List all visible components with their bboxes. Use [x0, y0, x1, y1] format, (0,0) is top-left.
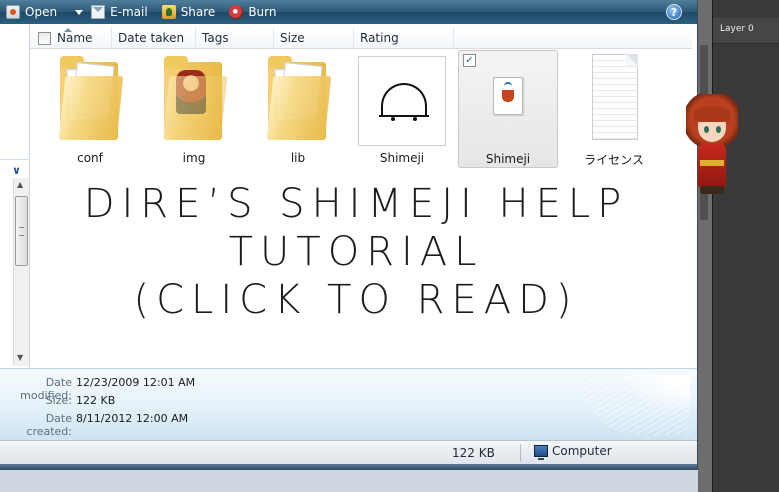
file-label: lib	[290, 151, 306, 165]
java-jar-icon	[493, 77, 523, 115]
folder-icon	[264, 56, 332, 142]
column-header-name-label: Name	[57, 31, 93, 45]
column-header-rating-label: Rating	[360, 31, 399, 45]
share-icon	[161, 5, 176, 19]
file-label: ライセンス	[584, 153, 644, 167]
share-button[interactable]: Share	[161, 0, 216, 24]
details-pane: Date modified: 12/23/2009 12:01 AM Size:…	[0, 368, 697, 440]
column-headers: Name Date taken Tags Size Rating	[30, 27, 692, 49]
email-icon	[91, 5, 106, 19]
status-separator	[520, 444, 521, 462]
detail-date-created: Date created: 8/11/2012 12:00 AM	[0, 412, 189, 438]
column-header-date-taken-label: Date taken	[118, 31, 185, 45]
detail-label: Date modified:	[20, 376, 72, 402]
file-item-license[interactable]: ライセンス	[566, 50, 662, 168]
computer-icon	[534, 445, 548, 460]
file-item-img[interactable]: img	[146, 50, 242, 168]
chevron-down-icon[interactable]: ∨	[12, 164, 21, 177]
detail-value: 8/11/2012 12:00 AM	[76, 412, 189, 425]
layers-panel: Layer 0	[712, 0, 779, 492]
detail-date-modified: Date modified: 12/23/2009 12:01 AM	[0, 376, 196, 402]
status-location-label: Computer	[552, 444, 612, 458]
help-icon[interactable]: ?	[666, 4, 682, 20]
text-document-icon	[592, 54, 638, 140]
detail-label: Size:	[45, 394, 72, 407]
tutorial-title-overlay[interactable]: DIRE’S SHIMEJI HELP TUTORIAL (CLICK TO R…	[0, 180, 712, 324]
detail-value: 122 KB	[76, 394, 116, 407]
shimeji-executable-icon	[358, 56, 446, 146]
share-label: Share	[180, 5, 216, 19]
nav-divider	[0, 159, 30, 160]
column-header-name[interactable]: Name	[30, 27, 112, 49]
file-item-lib[interactable]: lib	[250, 50, 346, 168]
burn-button[interactable]: Burn	[229, 0, 277, 24]
email-label: E-mail	[110, 5, 148, 19]
file-label: conf	[77, 151, 103, 165]
detail-size: Size: 122 KB	[0, 394, 116, 412]
open-label: Open	[25, 5, 58, 19]
title-line-3: (CLICK TO READ)	[133, 277, 579, 323]
layer-row[interactable]: Layer 0	[713, 18, 779, 44]
file-item-shimeji-jar[interactable]: ✓ Shimeji	[458, 50, 558, 168]
select-all-checkbox[interactable]	[38, 31, 51, 45]
email-button[interactable]: E-mail	[91, 0, 148, 24]
item-checkbox[interactable]: ✓	[463, 54, 476, 67]
scroll-down-arrow-icon[interactable]: ▼	[17, 353, 23, 362]
desktop-background	[0, 470, 712, 492]
file-label: img	[182, 151, 206, 165]
burn-disc-icon	[229, 5, 244, 19]
open-button[interactable]: Open	[6, 0, 57, 24]
status-size: 122 KB	[452, 446, 495, 460]
open-icon	[6, 5, 20, 19]
status-bar: 122 KB Computer	[0, 440, 697, 464]
folder-icon	[160, 56, 228, 142]
decorative-swoosh	[580, 375, 690, 435]
column-header-tags[interactable]: Tags	[196, 27, 274, 49]
detail-value: 12/23/2009 12:01 AM	[76, 376, 196, 389]
file-item-conf[interactable]: conf	[42, 50, 138, 168]
column-header-size-label: Size	[280, 31, 305, 45]
column-header-tags-label: Tags	[202, 31, 229, 45]
layer-name: Layer 0	[720, 24, 754, 34]
title-line-2: TUTORIAL	[228, 229, 484, 275]
open-dropdown-arrow-icon[interactable]	[75, 9, 84, 15]
detail-label: Date created:	[26, 412, 72, 438]
file-label: Shimeji	[485, 152, 531, 166]
column-header-size[interactable]: Size	[274, 27, 354, 49]
file-label: Shimeji	[379, 151, 425, 165]
title-line-1: DIRE’S SHIMEJI HELP	[83, 181, 629, 227]
status-location: Computer	[534, 444, 612, 460]
column-header-date-taken[interactable]: Date taken	[112, 27, 196, 49]
file-item-shimeji-exe[interactable]: Shimeji	[354, 50, 450, 168]
column-header-rating[interactable]: Rating	[354, 27, 454, 49]
burn-label: Burn	[248, 5, 277, 19]
command-bar: Open E-mail Share Burn ?	[0, 0, 697, 24]
folder-icon	[56, 56, 124, 142]
